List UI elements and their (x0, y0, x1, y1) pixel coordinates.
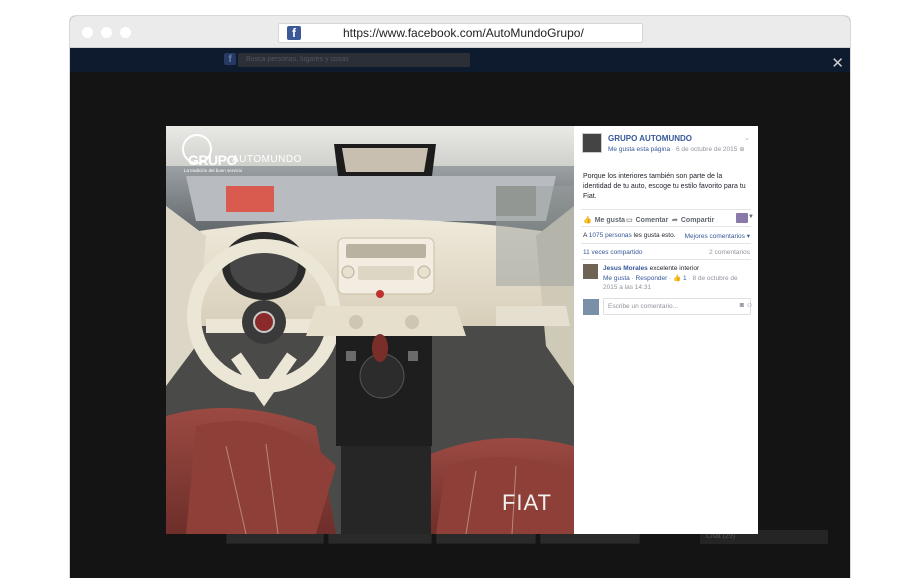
comment-like-count-value: 1 (683, 275, 687, 282)
chevron-down-icon[interactable]: ⌄ (744, 134, 750, 142)
thumbs-up-icon: 👍 (583, 217, 592, 224)
divider (581, 209, 751, 210)
divider (581, 259, 751, 260)
post-text: Porque los interiores también son parte … (583, 173, 746, 200)
shares-link[interactable]: 11 veces compartido (583, 249, 643, 256)
dimmed-facebook-page: f Busca personas, lugares y cosas ✕ Chat… (70, 48, 850, 578)
divider (581, 243, 751, 244)
likes-suffix: les gusta esto. (633, 232, 676, 239)
comment-reply-link[interactable]: Responder (636, 275, 668, 282)
comment-count[interactable]: 2 comentarios (709, 249, 750, 256)
comment-like-link[interactable]: Me gusta (603, 275, 630, 282)
post-meta: Me gusta esta página · 6 de octubre de 2… (608, 145, 745, 153)
fiat-watermark: FIAT (501, 490, 552, 515)
page-name-link[interactable]: GRUPO AUTOMUNDO (608, 134, 692, 143)
like-label: Me gusta (594, 217, 626, 224)
commenter-avatar[interactable] (583, 264, 598, 279)
close-icon[interactable]: ✕ (831, 56, 844, 71)
facebook-logo-icon: f (224, 53, 236, 65)
address-bar[interactable]: f https://www.facebook.com/AutoMundoGrup… (278, 23, 643, 43)
comment-input[interactable]: Escribe un comentario... (603, 298, 751, 315)
post-details-panel: GRUPO AUTOMUNDO Me gusta esta página · 6… (574, 126, 758, 534)
comment-text: excelente interior (649, 265, 700, 272)
divider (581, 226, 751, 227)
logo-word-grupo: GRUPO (188, 152, 237, 168)
commenter-name-link[interactable]: Jesus Morales (603, 265, 648, 272)
reaction-avatar[interactable] (736, 213, 748, 223)
user-avatar (583, 299, 599, 315)
likes-summary: A 1075 personas les gusta esto. (583, 232, 676, 239)
like-button[interactable]: 👍 Me gusta (583, 216, 625, 224)
likes-prefix: A (583, 232, 587, 239)
comment-like-count[interactable]: 👍 1 (673, 275, 687, 282)
share-label: Compartir (680, 217, 715, 224)
logo-word-automundo: AUTOMUNDO (232, 154, 302, 165)
best-comments-label: Mejores comentarios (684, 233, 745, 240)
liked-page-link[interactable]: Me gusta esta página (608, 146, 670, 153)
car-interior-image (166, 126, 574, 534)
comment-label: Comentar (635, 217, 669, 224)
likes-count-link[interactable]: 1075 personas (589, 232, 632, 239)
facebook-favicon-icon: f (287, 26, 301, 40)
browser-toolbar: f https://www.facebook.com/AutoMundoGrup… (70, 16, 850, 48)
browser-window: f https://www.facebook.com/AutoMundoGrup… (70, 16, 850, 578)
comment-meta: Me gusta · Responder · 👍 1 · 8 de octubr… (603, 275, 738, 291)
camera-icon[interactable]: ◙ (740, 302, 744, 309)
window-close-dot[interactable] (82, 27, 93, 38)
caret-down-icon[interactable]: ▼ (748, 214, 754, 220)
comment-button[interactable]: ▭ Comentar (626, 216, 668, 224)
facebook-search-input[interactable]: Busca personas, lugares y cosas (238, 53, 470, 67)
best-comments-dropdown[interactable]: Mejores comentarios ▾ (685, 232, 750, 240)
comment-icon: ▭ (626, 217, 633, 224)
address-text: https://www.facebook.com/AutoMundoGrupo/ (343, 26, 584, 40)
share-icon: ➦ (672, 217, 678, 224)
logo-tagline: La tradición del buen servicio (184, 168, 243, 173)
post-date[interactable]: 6 de octubre de 2015 (676, 146, 737, 153)
window-minimize-dot[interactable] (101, 27, 112, 38)
facebook-top-bar: f Busca personas, lugares y cosas (70, 48, 850, 72)
post-photo[interactable]: GRUPO AUTOMUNDO La tradición del buen se… (166, 126, 574, 534)
window-maximize-dot[interactable] (120, 27, 131, 38)
emoji-icon[interactable]: ☺ (746, 302, 753, 309)
page-avatar[interactable] (582, 133, 602, 153)
comment-header: Jesus Morales excelente interior (603, 265, 699, 272)
globe-icon: ⊕ (739, 146, 745, 153)
share-button[interactable]: ➦ Compartir (672, 216, 714, 224)
